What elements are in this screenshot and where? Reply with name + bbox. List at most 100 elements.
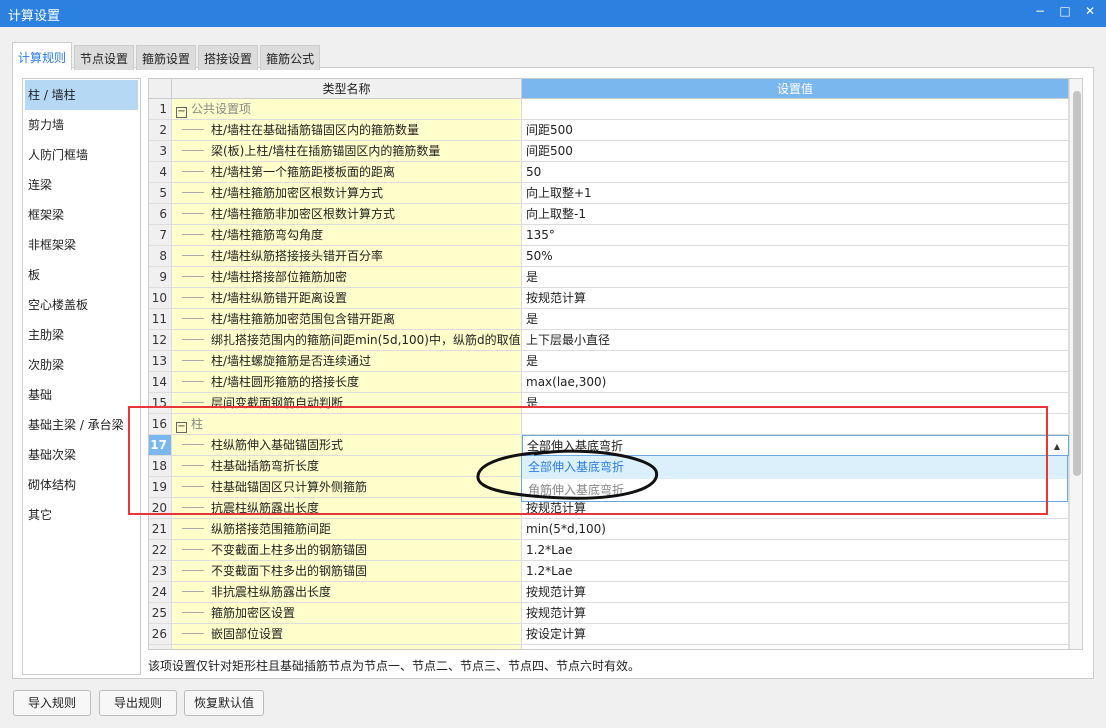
table-row[interactable]: 21 纵筋搭接范围箍筋间距 min(5*d,100) <box>149 519 1069 540</box>
tab-node-settings[interactable]: 节点设置 <box>74 45 135 70</box>
value-cell[interactable]: 50 <box>522 162 1069 183</box>
table-row[interactable]: 1− 公共设置项 <box>149 99 1069 120</box>
table-row[interactable]: 17 柱纵筋伸入基础锚固形式 全部伸入基底弯折 ▲ <box>149 435 1069 456</box>
table-row[interactable]: 14 柱/墙柱圆形箍筋的搭接长度 max(lae,300) <box>149 372 1069 393</box>
value-cell[interactable]: 间距500 <box>522 141 1069 162</box>
setting-name: 层间变截面钢筋自动判断 <box>211 396 344 410</box>
restore-defaults-button[interactable]: 恢复默认值 <box>184 690 264 716</box>
value-cell[interactable]: 按规范计算 <box>522 582 1069 603</box>
dropdown-option[interactable]: 全部伸入基底弯折 <box>522 456 1067 479</box>
table-row[interactable]: 22 不变截面上柱多出的钢筋锚固 1.2*Lae <box>149 540 1069 561</box>
value-cell[interactable]: 135° <box>522 225 1069 246</box>
name-cell: 梁(板)上柱/墙柱在插筋锚固区内的箍筋数量 <box>172 141 522 162</box>
value-cell[interactable]: 按规范计算 <box>522 288 1069 309</box>
table-row[interactable]: 26 嵌固部位设置 按设定计算 <box>149 624 1069 645</box>
value-cell[interactable]: 全部伸入基底弯折 ▲ <box>522 435 1069 456</box>
sidebar-item[interactable]: 连梁 <box>23 170 140 200</box>
close-button[interactable]: ✕ <box>1080 4 1100 22</box>
vertical-scrollbar[interactable] <box>1069 79 1082 649</box>
table-row[interactable]: 8 柱/墙柱纵筋搭接接头错开百分率 50% <box>149 246 1069 267</box>
scrollbar-thumb[interactable] <box>1073 91 1081 476</box>
tree-line <box>182 191 204 193</box>
value-cell[interactable]: 上下层最小直径 <box>522 330 1069 351</box>
value-cell[interactable]: 是 <box>522 267 1069 288</box>
setting-name: 柱/墙柱搭接部位箍筋加密 <box>211 270 348 284</box>
value-cell[interactable]: 是 <box>522 351 1069 372</box>
table-row[interactable]: 13 柱/墙柱螺旋箍筋是否连续通过 是 <box>149 351 1069 372</box>
sidebar-item[interactable]: 基础次梁 <box>23 440 140 470</box>
setting-name: 柱/墙柱纵筋搭接接头错开百分率 <box>211 249 384 263</box>
value-cell[interactable]: 是 <box>522 309 1069 330</box>
value-cell[interactable]: 1.2*Lae <box>522 540 1069 561</box>
value-cell[interactable]: 按设定计算 <box>522 624 1069 645</box>
table-row[interactable]: 3 梁(板)上柱/墙柱在插筋锚固区内的箍筋数量 间距500 <box>149 141 1069 162</box>
value-cell[interactable]: 是 <box>522 393 1069 414</box>
sidebar-item[interactable]: 框架梁 <box>23 200 140 230</box>
window-title: 计算设置 <box>8 9 61 24</box>
name-cell: 柱/墙柱箍筋加密区根数计算方式 <box>172 183 522 204</box>
sidebar-item[interactable]: 其它 <box>23 500 140 530</box>
value-cell[interactable] <box>522 99 1069 120</box>
setting-name: 柱/墙柱圆形箍筋的搭接长度 <box>211 375 360 389</box>
collapse-icon[interactable]: − <box>176 107 187 118</box>
value-cell[interactable]: max(lae,300) <box>522 372 1069 393</box>
tab-stirrup-formula[interactable]: 箍筋公式 <box>260 45 321 70</box>
maximize-button[interactable]: □ <box>1055 4 1075 22</box>
table-row[interactable]: 5 柱/墙柱箍筋加密区根数计算方式 向上取整+1 <box>149 183 1069 204</box>
sidebar-item[interactable]: 人防门框墙 <box>23 140 140 170</box>
tree-line <box>182 212 204 214</box>
sidebar-item[interactable]: 基础主梁 / 承台梁 <box>23 410 140 440</box>
value-cell[interactable] <box>522 414 1069 435</box>
table-row[interactable]: 11 柱/墙柱箍筋加密范围包含错开距离 是 <box>149 309 1069 330</box>
table-row[interactable]: 12 绑扎搭接范围内的箍筋间距min(5d,100)中，纵筋d的取值 上下层最小直径 <box>149 330 1069 351</box>
setting-name: 不变截面下柱多出的钢筋锚固 <box>211 564 368 578</box>
sidebar-item[interactable]: 主肋梁 <box>23 320 140 350</box>
value-cell[interactable]: 间距500 <box>522 120 1069 141</box>
table-row[interactable]: 7 柱/墙柱箍筋弯勾角度 135° <box>149 225 1069 246</box>
name-cell: 柱/墙柱在基础插筋锚固区内的箍筋数量 <box>172 120 522 141</box>
table-row[interactable]: 6 柱/墙柱箍筋非加密区根数计算方式 向上取整-1 <box>149 204 1069 225</box>
table-row[interactable]: 10 柱/墙柱纵筋错开距离设置 按规范计算 <box>149 288 1069 309</box>
export-rules-button[interactable]: 导出规则 <box>99 690 177 716</box>
sidebar-item[interactable]: 次肋梁 <box>23 350 140 380</box>
name-cell: 层间变截面钢筋自动判断 <box>172 393 522 414</box>
tab-calc-rules[interactable]: 计算规则 <box>12 42 73 70</box>
table-row[interactable]: 25 箍筋加密区设置 按规范计算 <box>149 603 1069 624</box>
sidebar-item[interactable]: 砌体结构 <box>23 470 140 500</box>
row-number-header <box>149 79 172 99</box>
tree-line <box>182 254 204 256</box>
dropdown-option[interactable]: 角筋伸入基底弯折 <box>522 479 1067 502</box>
tab-lap-settings[interactable]: 搭接设置 <box>198 45 259 70</box>
setting-name: 柱/墙柱箍筋加密范围包含错开距离 <box>211 312 396 326</box>
row-number: 5 <box>149 183 172 204</box>
minimize-button[interactable]: − <box>1030 4 1050 22</box>
table-row[interactable]: 2 柱/墙柱在基础插筋锚固区内的箍筋数量 间距500 <box>149 120 1069 141</box>
value-cell[interactable]: 向上取整+1 <box>522 183 1069 204</box>
tab-stirrup-settings[interactable]: 箍筋设置 <box>136 45 197 70</box>
row-number: 2 <box>149 120 172 141</box>
table-row[interactable]: 24 非抗震柱纵筋露出长度 按规范计算 <box>149 582 1069 603</box>
table-row[interactable]: 16− 柱 <box>149 414 1069 435</box>
collapse-icon[interactable]: − <box>176 422 187 433</box>
name-column-header[interactable]: 类型名称 <box>172 79 522 99</box>
sidebar-item[interactable]: 柱 / 墙柱 <box>25 80 138 110</box>
value-cell[interactable]: 1.2*Lae <box>522 561 1069 582</box>
setting-name: 不变截面上柱多出的钢筋锚固 <box>211 543 368 557</box>
value-cell[interactable]: 50% <box>522 246 1069 267</box>
table-row[interactable]: 15 层间变截面钢筋自动判断 是 <box>149 393 1069 414</box>
sidebar-item[interactable]: 剪力墙 <box>23 110 140 140</box>
value-cell[interactable]: min(5*d,100) <box>522 519 1069 540</box>
sidebar-item[interactable]: 基础 <box>23 380 140 410</box>
sidebar-item[interactable]: 非框架梁 <box>23 230 140 260</box>
value-column-header[interactable]: 设置值 <box>522 79 1069 99</box>
sidebar-item[interactable]: 空心楼盖板 <box>23 290 140 320</box>
sidebar-item[interactable]: 板 <box>23 260 140 290</box>
table-row[interactable]: 9 柱/墙柱搭接部位箍筋加密 是 <box>149 267 1069 288</box>
table-row[interactable]: 4 柱/墙柱第一个箍筋距楼板面的距离 50 <box>149 162 1069 183</box>
import-rules-button[interactable]: 导入规则 <box>13 690 91 716</box>
dropdown-arrow-icon[interactable]: ▲ <box>1054 436 1060 455</box>
table-row[interactable]: 23 不变截面下柱多出的钢筋锚固 1.2*Lae <box>149 561 1069 582</box>
value-cell[interactable]: 向上取整-1 <box>522 204 1069 225</box>
setting-value: 间距500 <box>526 144 573 158</box>
value-cell[interactable]: 按规范计算 <box>522 603 1069 624</box>
